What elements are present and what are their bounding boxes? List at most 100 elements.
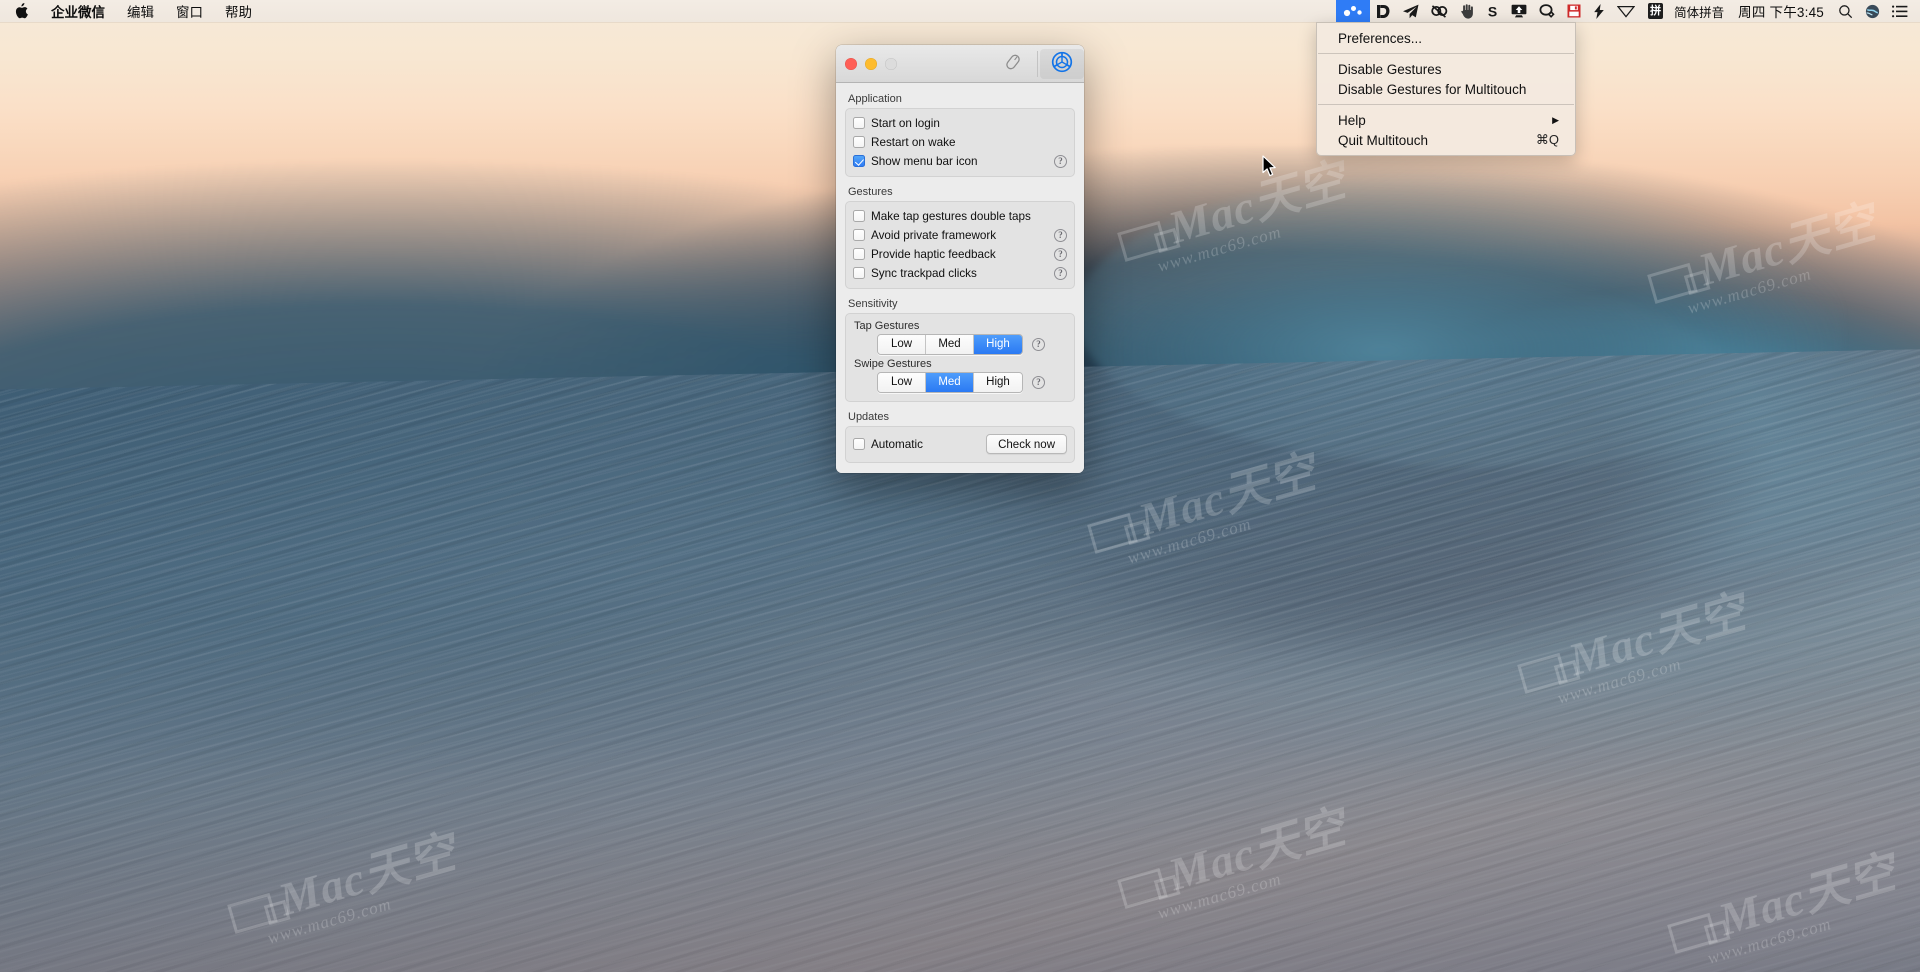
help-icon[interactable]: ? bbox=[1054, 247, 1067, 261]
label-restart-on-wake: Restart on wake bbox=[871, 135, 956, 149]
menu-item-quit[interactable]: Quit Multitouch ⌘Q bbox=[1317, 130, 1575, 150]
zoom-button bbox=[885, 57, 897, 70]
label-show-menu-bar-icon: Show menu bar icon bbox=[871, 154, 978, 168]
window-titlebar bbox=[836, 45, 1084, 83]
apple-logo-icon[interactable] bbox=[0, 0, 40, 22]
spotlight-search-icon[interactable] bbox=[1832, 0, 1859, 22]
menu-item-disable-gestures[interactable]: Disable Gestures bbox=[1317, 59, 1575, 79]
mouse-icon bbox=[1003, 52, 1023, 75]
close-button[interactable] bbox=[845, 57, 857, 70]
segment-swipe-high[interactable]: High bbox=[974, 373, 1022, 392]
segment-tap-high[interactable]: High bbox=[974, 335, 1022, 354]
menu-item-label: Help bbox=[1338, 112, 1366, 128]
checkbox-avoid-private-framework[interactable] bbox=[853, 229, 865, 241]
red-floppy-save-icon[interactable] bbox=[1561, 0, 1587, 22]
toolbar-divider bbox=[1037, 50, 1038, 77]
multitouch-status-menu: Preferences... Disable Gestures Disable … bbox=[1316, 22, 1576, 156]
section-title-gestures: Gestures bbox=[848, 186, 893, 198]
menu-bar: 企业微信 编辑 窗口 帮助 S 拼 简体拼音 周四 下午3:45 bbox=[0, 0, 1920, 22]
vpn-bold-v-icon[interactable] bbox=[1370, 0, 1397, 22]
diamond-shape-icon[interactable] bbox=[1611, 0, 1641, 22]
label-sync-trackpad-clicks: Sync trackpad clicks bbox=[871, 266, 977, 280]
segmented-tap-gestures[interactable]: Low Med High bbox=[877, 334, 1023, 355]
display-arrow-icon[interactable] bbox=[1505, 0, 1533, 22]
notification-center-list-icon[interactable] bbox=[1886, 0, 1914, 22]
segment-swipe-med[interactable]: Med bbox=[926, 373, 974, 392]
menu-item-disable-gestures-multitouch[interactable]: Disable Gestures for Multitouch bbox=[1317, 79, 1575, 99]
menu-item-label: Quit Multitouch bbox=[1338, 132, 1429, 148]
row-make-tap-gestures-double-taps[interactable]: Make tap gestures double taps bbox=[853, 207, 1067, 225]
wave-shadow bbox=[0, 563, 1920, 972]
desktop-screen: Mac天空 www.mac69.com Mac天空 www.mac69.com … bbox=[0, 0, 1920, 972]
checkbox-sync-trackpad-clicks[interactable] bbox=[853, 267, 865, 279]
label-swipe-gestures: Swipe Gestures bbox=[854, 358, 932, 370]
multitouch-preferences-window: Application Start on login Restart on wa… bbox=[836, 45, 1084, 473]
checkbox-automatic-updates[interactable] bbox=[853, 438, 865, 450]
checkbox-restart-on-wake[interactable] bbox=[853, 136, 865, 148]
help-icon[interactable]: ? bbox=[1054, 266, 1067, 280]
help-icon[interactable]: ? bbox=[1032, 376, 1045, 389]
label-automatic-updates: Automatic bbox=[871, 437, 923, 451]
label-start-on-login: Start on login bbox=[871, 116, 940, 130]
multitouch-icon[interactable] bbox=[1336, 0, 1371, 22]
ime-indicator[interactable]: 拼 bbox=[1641, 0, 1670, 22]
row-start-on-login[interactable]: Start on login bbox=[853, 114, 1067, 132]
menu-item-preferences[interactable]: Preferences... bbox=[1317, 28, 1575, 48]
row-avoid-private-framework[interactable]: Avoid private framework ? bbox=[853, 226, 1067, 244]
siri-icon[interactable] bbox=[1859, 0, 1886, 22]
submenu-arrow-icon: ▶ bbox=[1552, 114, 1559, 125]
menu-item-help[interactable]: 帮助 bbox=[214, 0, 263, 22]
segment-tap-med[interactable]: Med bbox=[926, 335, 974, 354]
check-now-button[interactable]: Check now bbox=[986, 434, 1067, 454]
tab-trackpad[interactable] bbox=[1040, 48, 1084, 79]
menu-bar-status-area: S 拼 简体拼音 周四 下午3:45 bbox=[1336, 0, 1920, 22]
section-title-updates: Updates bbox=[848, 411, 889, 423]
checkbox-start-on-login[interactable] bbox=[853, 117, 865, 129]
menu-item-shortcut: ⌘Q bbox=[1535, 132, 1559, 147]
help-icon[interactable]: ? bbox=[1054, 228, 1067, 242]
menu-bar-clock[interactable]: 周四 下午3:45 bbox=[1728, 1, 1832, 21]
row-provide-haptic-feedback[interactable]: Provide haptic feedback ? bbox=[853, 245, 1067, 263]
checkbox-show-menu-bar-icon[interactable] bbox=[853, 155, 865, 167]
menu-separator bbox=[1318, 53, 1574, 54]
tab-mouse[interactable] bbox=[991, 45, 1035, 83]
menu-app-name[interactable]: 企业微信 bbox=[40, 0, 116, 22]
section-title-application: Application bbox=[848, 93, 902, 105]
row-sync-trackpad-clicks[interactable]: Sync trackpad clicks ? bbox=[853, 264, 1067, 282]
row-show-menu-bar-icon[interactable]: Show menu bar icon ? bbox=[853, 152, 1067, 170]
ime-label[interactable]: 简体拼音 bbox=[1670, 2, 1728, 21]
segmented-swipe-gestures[interactable]: Low Med High bbox=[877, 372, 1023, 393]
segment-swipe-low[interactable]: Low bbox=[878, 373, 926, 392]
menu-item-label: Disable Gestures bbox=[1338, 61, 1442, 77]
lightning-bolt-icon[interactable] bbox=[1587, 0, 1611, 22]
headphones-icon[interactable] bbox=[1533, 0, 1561, 22]
label-tap-gestures: Tap Gestures bbox=[854, 320, 920, 332]
row-automatic-updates: Automatic Check now bbox=[853, 434, 1067, 454]
help-icon[interactable]: ? bbox=[1054, 154, 1067, 168]
ime-badge: 拼 bbox=[1648, 3, 1664, 19]
section-updates: Automatic Check now bbox=[845, 426, 1075, 463]
checkbox-provide-haptic-feedback[interactable] bbox=[853, 248, 865, 260]
menu-separator bbox=[1318, 104, 1574, 105]
svg-text:S: S bbox=[1488, 4, 1497, 19]
hand-icon[interactable] bbox=[1454, 0, 1480, 22]
menu-item-edit[interactable]: 编辑 bbox=[116, 0, 165, 22]
help-icon[interactable]: ? bbox=[1032, 338, 1045, 351]
window-toolbar bbox=[991, 45, 1084, 82]
telegram-paper-plane-icon[interactable] bbox=[1397, 0, 1425, 22]
creative-cloud-icon[interactable] bbox=[1425, 0, 1454, 22]
menu-item-window[interactable]: 窗口 bbox=[165, 0, 214, 22]
row-tap-gestures: Low Med High ? bbox=[853, 334, 1067, 355]
s-letter-icon[interactable]: S bbox=[1480, 0, 1505, 22]
label-avoid-private-framework: Avoid private framework bbox=[871, 228, 997, 242]
row-swipe-gestures: Low Med High ? bbox=[853, 372, 1067, 393]
minimize-button[interactable] bbox=[865, 57, 877, 70]
checkbox-make-tap-gestures-double-taps[interactable] bbox=[853, 210, 865, 222]
label-make-tap-gestures-double-taps: Make tap gestures double taps bbox=[871, 209, 1031, 223]
label-provide-haptic-feedback: Provide haptic feedback bbox=[871, 247, 996, 261]
menu-item-help[interactable]: Help ▶ bbox=[1317, 110, 1575, 130]
menu-item-label: Preferences... bbox=[1338, 30, 1423, 46]
segment-tap-low[interactable]: Low bbox=[878, 335, 926, 354]
row-restart-on-wake[interactable]: Restart on wake bbox=[853, 133, 1067, 151]
window-controls bbox=[836, 57, 897, 70]
